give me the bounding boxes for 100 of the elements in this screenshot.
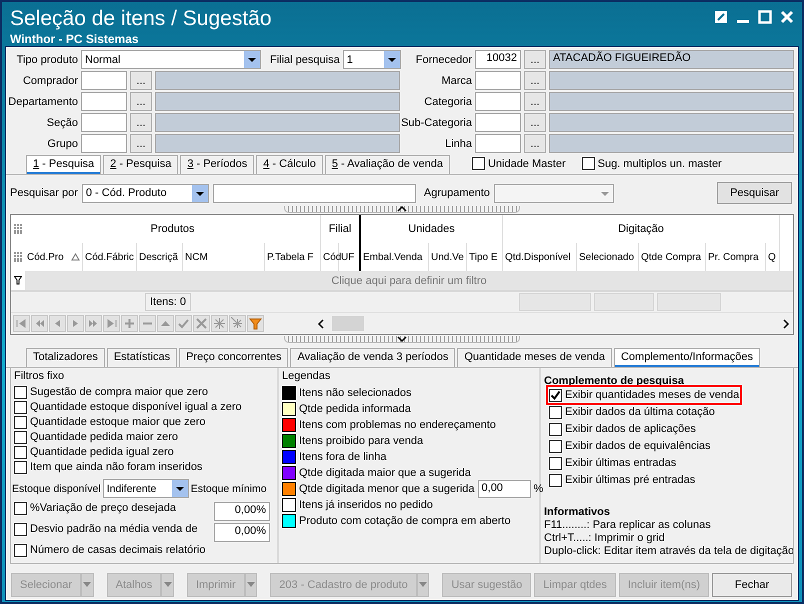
checkbox[interactable] <box>14 544 27 556</box>
lookup-button[interactable]: ... <box>524 92 546 111</box>
tab[interactable]: 5 - Avaliação de venda <box>324 155 450 174</box>
checkbox[interactable] <box>549 456 562 470</box>
column-chooser-icon[interactable] <box>14 252 22 262</box>
lookup-button[interactable]: ... <box>130 71 152 90</box>
checkbox-label[interactable]: Exibir quantidades meses de venda <box>565 389 740 401</box>
minus-button[interactable] <box>139 315 156 332</box>
tab[interactable]: 2 - Pesquisa <box>103 155 178 174</box>
percent-field[interactable]: 0,00% <box>214 502 270 520</box>
checkbox-label[interactable]: Sugestão de compra maior que zero <box>30 386 208 398</box>
checkbox[interactable] <box>549 406 562 418</box>
filter-button[interactable] <box>247 315 264 332</box>
code-field[interactable] <box>81 92 127 111</box>
checkbox[interactable] <box>14 386 27 398</box>
checkbox[interactable] <box>549 388 562 402</box>
scrollbar-thumb[interactable] <box>332 316 364 331</box>
scroll-right-icon[interactable] <box>781 318 791 328</box>
checkbox[interactable] <box>549 422 562 436</box>
action-button[interactable]: Fechar <box>712 572 792 596</box>
checkbox[interactable] <box>472 157 485 170</box>
checkbox-label[interactable]: Quantidade estoque maior que zero <box>30 416 206 428</box>
filter-row[interactable]: Clique aqui para definir um filtro <box>25 271 793 290</box>
checkbox-label[interactable]: Quantidade estoque disponível igual a zero <box>30 401 242 413</box>
close-icon[interactable] <box>780 10 794 24</box>
tab[interactable]: 3 - Períodos <box>180 155 254 174</box>
code-field[interactable] <box>81 71 127 90</box>
percent-field[interactable]: 0,00% <box>214 522 270 542</box>
dropdown-button[interactable] <box>80 572 94 596</box>
next-page-button[interactable] <box>85 315 102 332</box>
checkbox[interactable] <box>14 522 27 536</box>
checkbox-label[interactable]: Unidade Master <box>488 158 566 170</box>
splitter-handle[interactable] <box>284 206 520 213</box>
checkbox-label[interactable]: Exibir dados de equivalências <box>565 440 711 452</box>
filter-icon[interactable] <box>14 276 22 285</box>
code-field[interactable] <box>81 113 127 132</box>
checkbox[interactable] <box>14 400 27 414</box>
tab[interactable]: Avaliação de venda 3 períodos <box>290 348 456 367</box>
plus-button[interactable] <box>121 315 138 332</box>
checkbox-label[interactable]: Item que ainda não foram inseridos <box>30 461 202 473</box>
tab[interactable]: Complemento/Informações <box>614 348 760 367</box>
checkbox-label[interactable]: Exibir dados da última cotação <box>565 406 715 418</box>
checkbox-label[interactable]: Exibir últimas pré entradas <box>565 474 696 486</box>
search-by-combo[interactable]: 0 - Cód. Produto <box>82 184 209 202</box>
checkbox-label[interactable]: Número de casas decimais relatório <box>30 544 206 556</box>
lookup-button[interactable]: ... <box>524 71 546 90</box>
lookup-button[interactable]: ... <box>524 134 546 153</box>
tab[interactable]: 4 - Cálculo <box>256 155 323 174</box>
asterisk-button[interactable] <box>211 315 228 332</box>
lookup-button[interactable]: ... <box>524 50 546 69</box>
tab[interactable]: Totalizadores <box>26 348 105 367</box>
checkbox[interactable] <box>549 474 562 486</box>
code-field[interactable] <box>475 71 521 90</box>
percent-field[interactable]: 0,00 <box>478 480 531 498</box>
search-field[interactable] <box>212 184 416 202</box>
lookup-button[interactable]: ... <box>130 92 152 111</box>
checkbox[interactable] <box>14 446 27 458</box>
code-field[interactable] <box>475 134 521 153</box>
stock-combo[interactable]: Indiferente <box>102 479 189 498</box>
scroll-left-icon[interactable] <box>316 318 326 328</box>
checkbox-label[interactable]: Exibir últimas entradas <box>565 457 676 469</box>
code-field[interactable] <box>475 92 521 111</box>
first-button[interactable] <box>13 315 30 332</box>
checkbox[interactable] <box>14 502 27 514</box>
up-button[interactable] <box>157 315 174 332</box>
checkbox[interactable] <box>14 460 27 474</box>
code-field[interactable] <box>81 134 127 153</box>
check-button[interactable] <box>175 315 192 332</box>
dropdown-button[interactable] <box>161 572 174 596</box>
last-button[interactable] <box>103 315 120 332</box>
tab[interactable]: Estatísticas <box>106 348 178 367</box>
checkbox-label[interactable]: Quantidade pedida igual zero <box>30 446 174 458</box>
checkbox[interactable] <box>549 440 562 452</box>
tipo-produto-combo[interactable]: Normal <box>81 50 261 69</box>
lookup-button[interactable]: ... <box>130 134 152 153</box>
sparkle-button[interactable] <box>229 315 246 332</box>
tab[interactable]: Quantidade meses de venda <box>457 348 612 367</box>
next-button[interactable] <box>67 315 84 332</box>
tab[interactable]: Preço concorrentes <box>179 348 288 367</box>
dropdown-button[interactable] <box>244 572 258 596</box>
code-field[interactable] <box>475 113 521 132</box>
previous-page-button[interactable] <box>31 315 48 332</box>
filial-combo[interactable]: 1 <box>342 50 401 69</box>
code-field[interactable]: 10032 <box>475 50 521 69</box>
search-button[interactable]: Pesquisar <box>717 182 792 204</box>
checkbox[interactable] <box>14 416 27 428</box>
checkbox-label[interactable]: %Variação de preço desejada <box>30 502 176 514</box>
splitter-handle[interactable] <box>284 336 520 343</box>
horizontal-scrollbar[interactable] <box>316 315 791 332</box>
column-chooser-icon[interactable] <box>14 224 22 234</box>
x-button[interactable] <box>193 315 210 332</box>
checkbox-label[interactable]: Desvio padrão na média venda de <box>30 523 198 535</box>
checkbox[interactable] <box>582 157 595 170</box>
dropdown-button[interactable] <box>416 572 430 596</box>
edit-icon[interactable] <box>714 10 728 24</box>
lookup-button[interactable]: ... <box>524 113 546 132</box>
checkbox[interactable] <box>14 430 27 444</box>
maximize-icon[interactable] <box>758 10 772 24</box>
checkbox-label[interactable]: Quantidade pedida maior zero <box>30 431 178 443</box>
lookup-button[interactable]: ... <box>130 113 152 132</box>
